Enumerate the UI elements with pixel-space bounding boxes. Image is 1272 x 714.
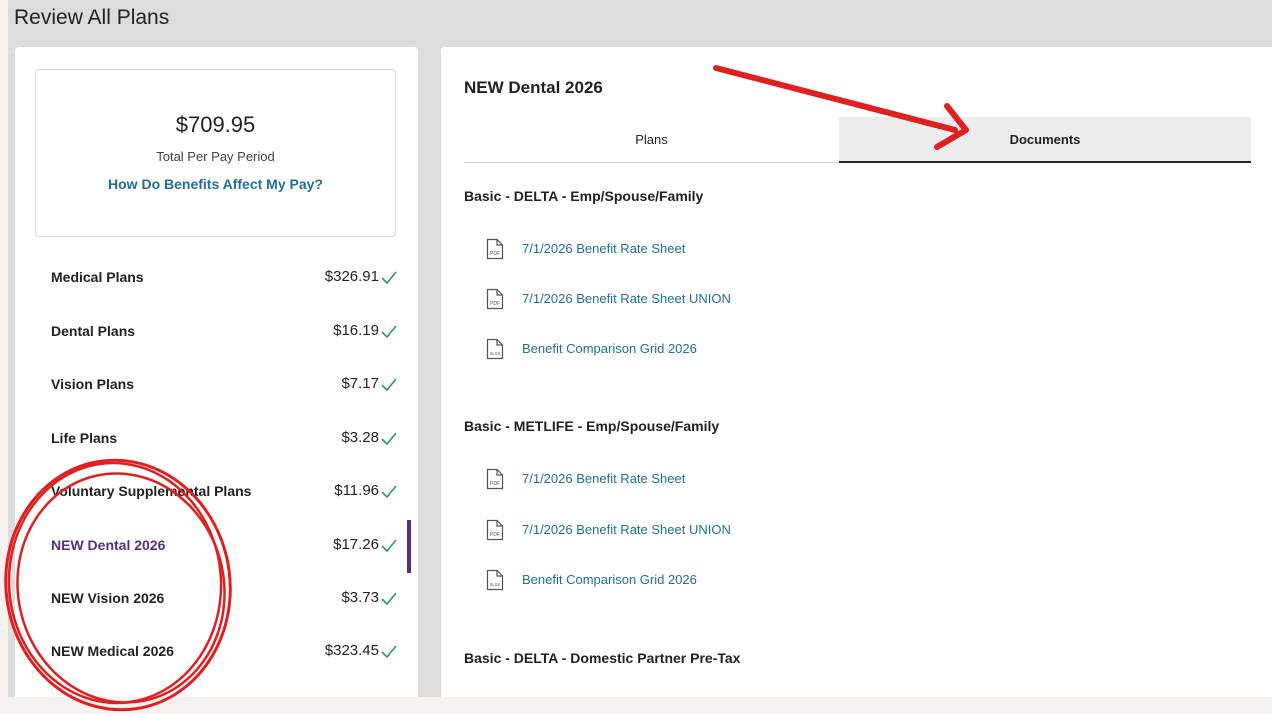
check-icon [381,485,397,499]
plan-name: NEW Medical 2026 [51,643,174,659]
document-link-label: 7/1/2026 Benefit Rate Sheet [522,241,686,256]
tab-documents[interactable]: Documents [839,117,1251,163]
total-summary-card: $709.95 Total Per Pay Period How Do Bene… [35,69,396,237]
pdf-file-icon: PDF [486,288,504,310]
plan-amount: $326.91 [324,268,379,285]
document-link-label: Benefit Comparison Grid 2026 [522,572,697,587]
plan-name: Vision Plans [51,376,134,392]
plan-amount: $323.45 [324,642,379,659]
plan-row-new-dental-2026[interactable]: NEW Dental 2026 $17.26 [51,520,411,573]
check-icon [381,325,397,339]
plan-name: Medical Plans [51,269,144,285]
plan-amount: $3.73 [341,589,379,606]
svg-text:XLSX: XLSX [490,582,501,587]
section-heading: Basic - DELTA - Emp/Spouse/Family [464,188,704,204]
benefits-affect-pay-link[interactable]: How Do Benefits Affect My Pay? [36,176,395,192]
document-link-label: 7/1/2026 Benefit Rate Sheet [522,471,686,486]
plan-row-medical[interactable]: Medical Plans $326.91 [51,257,403,297]
active-indicator-bar [407,520,411,573]
plan-name: Dental Plans [51,323,136,339]
section-heading: Basic - METLIFE - Emp/Spouse/Family [464,418,720,434]
svg-text:PDF: PDF [490,532,500,538]
page-title: Review All Plans [14,6,170,29]
total-caption: Total Per Pay Period [156,149,275,164]
document-link-label: Benefit Comparison Grid 2026 [522,341,697,356]
svg-text:PDF: PDF [490,481,500,487]
pdf-file-icon: PDF [486,519,504,541]
plan-name: NEW Vision 2026 [51,590,165,606]
check-icon [381,432,397,446]
plan-amount: $16.19 [333,322,379,339]
detail-tabs: Plans Documents [464,117,1251,163]
check-icon [381,645,397,659]
plan-row-new-vision-2026[interactable]: NEW Vision 2026 $3.73 [51,578,403,618]
check-icon [381,378,397,392]
benefits-app: Review All Plans $709.95 Total Per Pay P… [8,0,1272,697]
section-heading: Basic - DELTA - Domestic Partner Pre-Tax [464,650,741,666]
plan-row-dental[interactable]: Dental Plans $16.19 [51,311,403,351]
svg-text:XLSX: XLSX [490,351,501,356]
check-icon [381,592,397,606]
check-icon [381,539,397,553]
plan-row-new-medical-2026[interactable]: NEW Medical 2026 $323.45 [51,631,403,671]
plan-row-life[interactable]: Life Plans $3.28 [51,418,403,458]
plan-name: Voluntary Supplemental Plans [51,483,252,499]
plan-detail-panel: NEW Dental 2026 Plans Documents Basic - … [441,47,1272,697]
plan-amount: $17.26 [333,536,379,553]
plan-amount: $11.96 [334,482,379,499]
plan-row-vision[interactable]: Vision Plans $7.17 [51,364,403,404]
detail-title: NEW Dental 2026 [464,78,603,97]
document-link-label: 7/1/2026 Benefit Rate Sheet UNION [522,291,731,306]
svg-text:PDF: PDF [490,251,500,257]
pdf-file-icon: PDF [486,468,504,490]
document-link-label: 7/1/2026 Benefit Rate Sheet UNION [522,522,731,537]
pdf-file-icon: PDF [486,238,504,260]
total-amount: $709.95 [175,112,256,137]
plan-summary-panel: $709.95 Total Per Pay Period How Do Bene… [15,47,418,697]
check-icon [381,271,397,285]
plan-name: Life Plans [51,430,118,446]
plan-amount: $7.17 [341,375,379,392]
svg-text:PDF: PDF [490,301,500,307]
plan-amount: $3.28 [341,429,379,446]
xlsx-file-icon: XLSX [486,569,504,591]
tab-plans[interactable]: Plans [464,117,839,163]
xlsx-file-icon: XLSX [486,338,504,360]
plan-name: NEW Dental 2026 [51,537,166,553]
plan-row-voluntary-supplemental[interactable]: Voluntary Supplemental Plans $11.96 [51,471,403,511]
